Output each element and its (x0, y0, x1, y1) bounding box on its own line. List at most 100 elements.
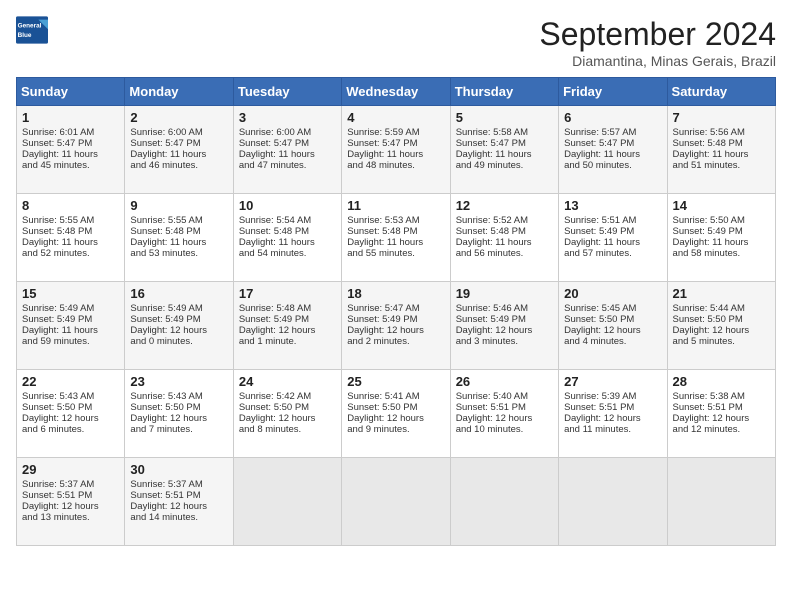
calendar-cell: 30Sunrise: 5:37 AMSunset: 5:51 PMDayligh… (125, 458, 233, 546)
calendar-header-row: SundayMondayTuesdayWednesdayThursdayFrid… (17, 78, 776, 106)
day-number: 5 (456, 110, 553, 125)
day-info-line: Sunset: 5:51 PM (673, 402, 770, 413)
calendar-subtitle: Diamantina, Minas Gerais, Brazil (539, 53, 776, 69)
day-info-line: Sunrise: 5:40 AM (456, 391, 553, 402)
day-info-line: Daylight: 11 hours (673, 149, 770, 160)
day-number: 29 (22, 462, 119, 477)
day-info-line: and 7 minutes. (130, 424, 227, 435)
day-info-line: and 3 minutes. (456, 336, 553, 347)
day-number: 4 (347, 110, 444, 125)
day-info-line: Sunset: 5:49 PM (347, 314, 444, 325)
calendar-cell: 6Sunrise: 5:57 AMSunset: 5:47 PMDaylight… (559, 106, 667, 194)
calendar-cell: 24Sunrise: 5:42 AMSunset: 5:50 PMDayligh… (233, 370, 341, 458)
calendar-cell (342, 458, 450, 546)
day-info-line: and 54 minutes. (239, 248, 336, 259)
calendar-cell: 21Sunrise: 5:44 AMSunset: 5:50 PMDayligh… (667, 282, 775, 370)
day-info-line: Daylight: 11 hours (564, 149, 661, 160)
day-info-line: and 55 minutes. (347, 248, 444, 259)
day-info-line: Sunset: 5:49 PM (456, 314, 553, 325)
day-number: 15 (22, 286, 119, 301)
day-info-line: Sunrise: 5:58 AM (456, 127, 553, 138)
day-number: 26 (456, 374, 553, 389)
logo: General Blue (16, 16, 48, 44)
header-saturday: Saturday (667, 78, 775, 106)
day-info-line: Sunset: 5:49 PM (239, 314, 336, 325)
calendar-week-2: 8Sunrise: 5:55 AMSunset: 5:48 PMDaylight… (17, 194, 776, 282)
header-wednesday: Wednesday (342, 78, 450, 106)
day-info-line: Daylight: 12 hours (673, 325, 770, 336)
calendar-cell: 7Sunrise: 5:56 AMSunset: 5:48 PMDaylight… (667, 106, 775, 194)
day-info-line: Sunrise: 5:46 AM (456, 303, 553, 314)
day-number: 17 (239, 286, 336, 301)
day-info-line: and 1 minute. (239, 336, 336, 347)
calendar-cell: 27Sunrise: 5:39 AMSunset: 5:51 PMDayligh… (559, 370, 667, 458)
day-info-line: Daylight: 12 hours (456, 413, 553, 424)
calendar-cell: 9Sunrise: 5:55 AMSunset: 5:48 PMDaylight… (125, 194, 233, 282)
day-info-line: Daylight: 11 hours (347, 237, 444, 248)
day-info-line: Sunrise: 5:47 AM (347, 303, 444, 314)
calendar-week-1: 1Sunrise: 6:01 AMSunset: 5:47 PMDaylight… (17, 106, 776, 194)
day-info-line: Daylight: 12 hours (239, 325, 336, 336)
day-info-line: and 46 minutes. (130, 160, 227, 171)
day-info-line: and 13 minutes. (22, 512, 119, 523)
day-info-line: Daylight: 12 hours (22, 501, 119, 512)
svg-text:Blue: Blue (18, 32, 32, 39)
day-number: 30 (130, 462, 227, 477)
day-info-line: and 8 minutes. (239, 424, 336, 435)
day-info-line: Sunrise: 5:55 AM (22, 215, 119, 226)
day-info-line: Sunset: 5:47 PM (22, 138, 119, 149)
day-info-line: Sunset: 5:49 PM (22, 314, 119, 325)
day-info-line: Sunrise: 5:55 AM (130, 215, 227, 226)
day-info-line: and 0 minutes. (130, 336, 227, 347)
day-number: 28 (673, 374, 770, 389)
day-number: 12 (456, 198, 553, 213)
day-info-line: Sunrise: 6:00 AM (239, 127, 336, 138)
calendar-cell: 12Sunrise: 5:52 AMSunset: 5:48 PMDayligh… (450, 194, 558, 282)
day-info-line: Daylight: 12 hours (673, 413, 770, 424)
day-number: 10 (239, 198, 336, 213)
day-info-line: Daylight: 11 hours (22, 149, 119, 160)
day-info-line: Daylight: 11 hours (673, 237, 770, 248)
day-info-line: Sunrise: 5:52 AM (456, 215, 553, 226)
day-number: 20 (564, 286, 661, 301)
day-info-line: Sunset: 5:47 PM (347, 138, 444, 149)
day-info-line: Sunset: 5:50 PM (22, 402, 119, 413)
day-info-line: Sunset: 5:48 PM (347, 226, 444, 237)
day-info-line: Sunrise: 5:50 AM (673, 215, 770, 226)
day-info-line: and 45 minutes. (22, 160, 119, 171)
day-number: 8 (22, 198, 119, 213)
day-info-line: Daylight: 11 hours (456, 149, 553, 160)
day-number: 11 (347, 198, 444, 213)
page-header: General Blue September 2024 Diamantina, … (16, 16, 776, 69)
day-info-line: Daylight: 12 hours (130, 413, 227, 424)
calendar-cell: 1Sunrise: 6:01 AMSunset: 5:47 PMDaylight… (17, 106, 125, 194)
day-info-line: Sunrise: 5:49 AM (130, 303, 227, 314)
day-number: 27 (564, 374, 661, 389)
svg-text:General: General (18, 23, 42, 30)
day-number: 18 (347, 286, 444, 301)
day-info-line: Sunset: 5:49 PM (564, 226, 661, 237)
calendar-cell: 15Sunrise: 5:49 AMSunset: 5:49 PMDayligh… (17, 282, 125, 370)
day-info-line: Sunrise: 5:56 AM (673, 127, 770, 138)
calendar-cell (450, 458, 558, 546)
day-info-line: Daylight: 12 hours (564, 413, 661, 424)
logo-icon: General Blue (16, 16, 48, 44)
calendar-cell (233, 458, 341, 546)
day-number: 13 (564, 198, 661, 213)
day-number: 24 (239, 374, 336, 389)
day-info-line: and 11 minutes. (564, 424, 661, 435)
title-block: September 2024 Diamantina, Minas Gerais,… (539, 16, 776, 69)
day-info-line: Sunset: 5:47 PM (564, 138, 661, 149)
day-info-line: Sunset: 5:47 PM (456, 138, 553, 149)
header-sunday: Sunday (17, 78, 125, 106)
day-info-line: Sunrise: 6:01 AM (22, 127, 119, 138)
day-info-line: and 58 minutes. (673, 248, 770, 259)
calendar-week-3: 15Sunrise: 5:49 AMSunset: 5:49 PMDayligh… (17, 282, 776, 370)
day-info-line: and 50 minutes. (564, 160, 661, 171)
day-number: 2 (130, 110, 227, 125)
day-info-line: Sunrise: 5:41 AM (347, 391, 444, 402)
header-friday: Friday (559, 78, 667, 106)
day-info-line: Daylight: 11 hours (456, 237, 553, 248)
day-info-line: Sunrise: 5:44 AM (673, 303, 770, 314)
day-info-line: Daylight: 11 hours (22, 325, 119, 336)
